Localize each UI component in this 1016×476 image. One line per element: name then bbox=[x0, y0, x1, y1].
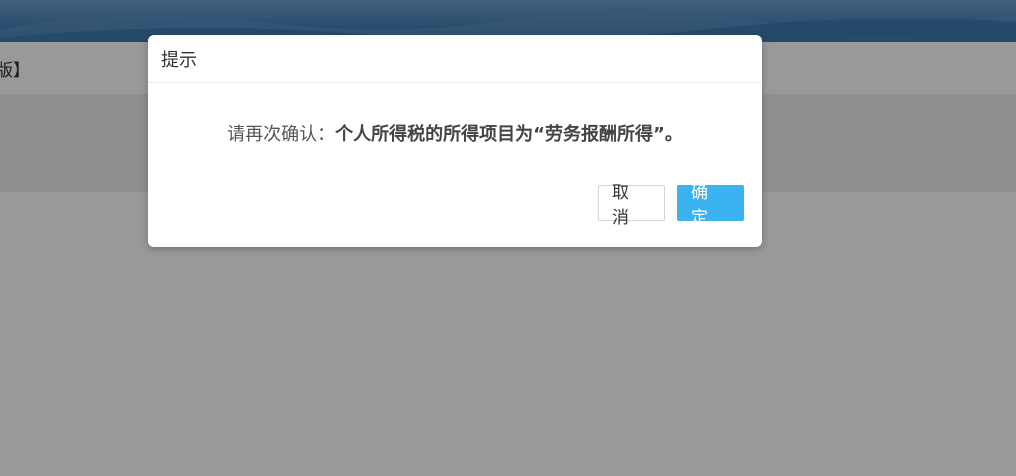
message-emphasis: 个人所得税的所得项目为“劳务报酬所得”。 bbox=[335, 124, 683, 145]
cancel-button[interactable]: 取消 bbox=[598, 183, 665, 228]
dialog-footer: 取消 确定 bbox=[598, 183, 744, 228]
confirm-dialog: 提示 请再次确认： 个人所得税的所得项目为“劳务报酬所得”。 取消 确定 bbox=[148, 35, 762, 247]
dialog-header: 提示 bbox=[148, 35, 762, 83]
message-prefix: 请再次确认： bbox=[227, 124, 336, 145]
dialog-title: 提示 bbox=[161, 49, 197, 71]
confirm-button[interactable]: 确定 bbox=[677, 183, 744, 228]
dialog-message: 请再次确认： 个人所得税的所得项目为“劳务报酬所得”。 bbox=[148, 83, 762, 183]
